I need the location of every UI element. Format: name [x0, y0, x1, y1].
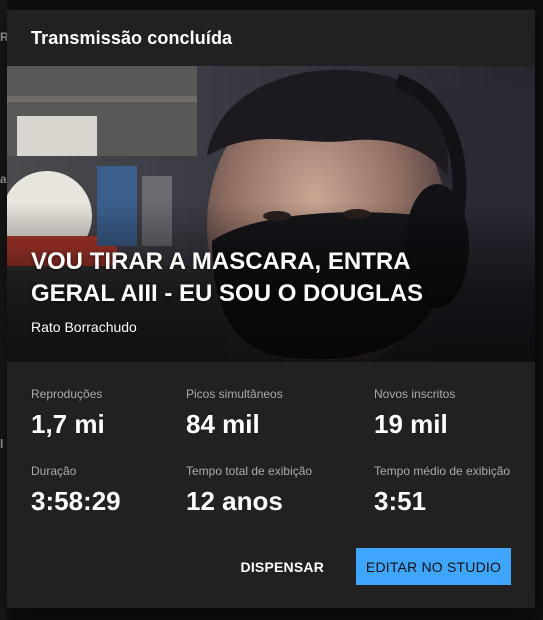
background-letter: a — [0, 172, 7, 186]
background-page-edge: R a l — [0, 0, 9, 620]
stat-average-watch-time: Tempo médio de exibição 3:51 — [374, 463, 524, 518]
channel-name: Rato Borrachudo — [31, 319, 137, 335]
stat-label: Duração — [31, 464, 77, 478]
video-thumbnail: VOU TIRAR A MASCARA, ENTRA GERAL AIII - … — [7, 66, 535, 362]
stat-value: 84 mil — [186, 409, 260, 439]
stat-new-subscribers: Novos inscritos 19 mil — [374, 386, 524, 441]
stat-label: Tempo total de exibição — [186, 464, 313, 478]
stat-total-watch-time: Tempo total de exibição 12 anos — [186, 463, 374, 518]
dialog-actions: DISPENSAR EDITAR NO STUDIO — [235, 548, 511, 585]
stat-value: 3:51 — [374, 486, 427, 516]
stream-stats: Reproduções 1,7 mi Picos simultâneos 84 … — [7, 362, 535, 518]
dialog-header: Transmissão concluída — [7, 10, 535, 66]
stat-duration: Duração 3:58:29 — [31, 463, 186, 518]
stat-value: 3:58:29 — [31, 486, 121, 516]
stat-value: 1,7 mi — [31, 409, 105, 439]
stat-label: Tempo médio de exibição — [374, 464, 511, 478]
edit-in-studio-button[interactable]: EDITAR NO STUDIO — [356, 548, 511, 585]
stat-views: Reproduções 1,7 mi — [31, 386, 186, 441]
stat-label: Reproduções — [31, 387, 103, 401]
stat-peak-concurrent: Picos simultâneos 84 mil — [186, 386, 374, 441]
dialog-title: Transmissão concluída — [31, 27, 233, 48]
background-letter: l — [0, 437, 4, 451]
stat-value: 12 anos — [186, 486, 283, 516]
stat-value: 19 mil — [374, 409, 448, 439]
dismiss-button[interactable]: DISPENSAR — [235, 549, 330, 585]
stat-label: Novos inscritos — [374, 387, 456, 401]
video-title: VOU TIRAR A MASCARA, ENTRA GERAL AIII - … — [31, 248, 424, 307]
stream-ended-dialog: Transmissão concluída VOU TIRAR A MASCAR… — [7, 10, 535, 608]
stat-label: Picos simultâneos — [186, 387, 283, 401]
